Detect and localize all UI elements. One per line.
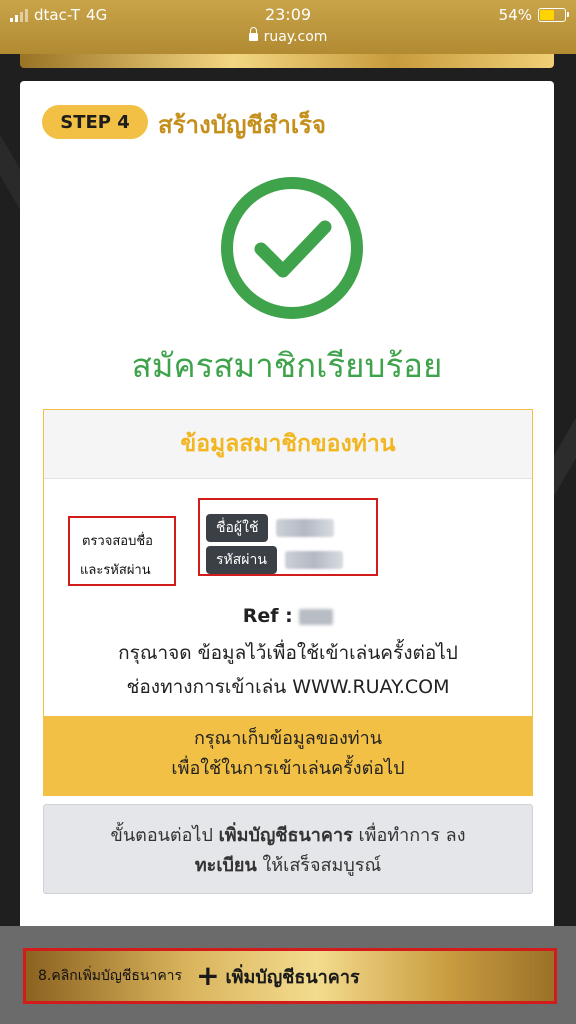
- plus-icon: +: [196, 959, 220, 992]
- battery-percent: 54%: [498, 6, 532, 24]
- status-right: 54%: [498, 6, 569, 24]
- member-info-heading: ข้อมูลสมาชิกของท่าน: [44, 410, 532, 479]
- add-bank-account-label: เพิ่มบัญชีธนาคาร: [225, 966, 360, 988]
- header-gold-strip: [20, 54, 554, 68]
- url-text: ruay.com: [263, 29, 328, 45]
- password-row: รหัสผ่าน: [206, 546, 343, 574]
- next-step-line-2: ทะเบียน ให้เสร็จสมบูรณ์: [44, 851, 532, 881]
- keep-line-1: กรุณาเก็บข้อมูลของท่าน: [193, 728, 383, 749]
- add-bank-account-button[interactable]: 8.คลิกเพิ่มบัญชีธนาคาร + เพิ่มบัญชีธนาคา…: [23, 948, 557, 1004]
- next-suffix: เพื่อทำการ ลง: [358, 825, 466, 846]
- note-line-1: ตรวจสอบชื่อ: [82, 534, 153, 549]
- battery-level: [540, 10, 555, 20]
- next-step-notice: ขั้นตอนต่อไป เพิ่มบัญชีธนาคาร เพื่อทำการ…: [43, 804, 533, 894]
- next-step-line-1: ขั้นตอนต่อไป เพิ่มบัญชีธนาคาร เพื่อทำการ…: [44, 821, 532, 851]
- next-line2-emphasis: ทะเบียน: [194, 855, 257, 876]
- clock: 23:09: [264, 5, 312, 24]
- username-value-blurred: [276, 519, 335, 537]
- remember-instruction: กรุณาจด ข้อมูลไว้เพื่อใช้เข้าเล่นครั้งต่…: [118, 642, 458, 664]
- note-line-2: และรหัสผ่าน: [80, 563, 151, 578]
- checkmark-icon: [254, 220, 332, 278]
- step-title: สร้างบัญชีสำเร็จ: [158, 111, 326, 139]
- username-label: ชื่อผู้ใช้: [206, 514, 269, 542]
- next-line2-suffix: ให้เสร็จสมบูรณ์: [262, 855, 382, 876]
- ref-line: Ref :: [44, 605, 532, 627]
- keep-line-2: เพื่อใช้ในการเข้าเล่นครั้งต่อไป: [171, 758, 405, 779]
- check-credentials-note: ตรวจสอบชื่อ และรหัสผ่าน: [68, 516, 176, 586]
- member-info-panel: ข้อมูลสมาชิกของท่าน ตรวจสอบชื่อ และรหัสผ…: [43, 409, 533, 796]
- keep-info-notice: กรุณาเก็บข้อมูลของท่าน เพื่อใช้ในการเข้า…: [44, 716, 532, 795]
- battery-icon: [538, 8, 569, 22]
- status-bar: dtac-T 4G 23:09 ruay.com 54%: [0, 0, 576, 54]
- username-row: ชื่อผู้ใช้: [206, 514, 335, 542]
- address-bar[interactable]: ruay.com: [0, 27, 576, 45]
- lock-icon: [248, 27, 258, 41]
- next-prefix: ขั้นตอนต่อไป: [110, 825, 213, 846]
- credentials-box: ชื่อผู้ใช้ รหัสผ่าน: [198, 498, 378, 576]
- access-channel: ช่องทางการเข้าเล่น WWW.RUAY.COM: [126, 676, 450, 698]
- check-circle-icon: [221, 177, 363, 319]
- ref-value-blurred: [299, 608, 334, 625]
- password-value-blurred: [284, 551, 343, 569]
- success-message: สมัครสมาชิกเรียบร้อย: [131, 346, 443, 385]
- registration-card: STEP 4 สร้างบัญชีสำเร็จ สมัครสมาชิกเรียบ…: [20, 81, 554, 941]
- password-label: รหัสผ่าน: [206, 546, 277, 574]
- step-8-note: 8.คลิกเพิ่มบัญชีธนาคาร: [38, 968, 183, 984]
- next-emphasis: เพิ่มบัญชีธนาคาร: [218, 825, 353, 846]
- ref-label: Ref :: [242, 605, 293, 627]
- step-badge: STEP 4: [42, 105, 148, 139]
